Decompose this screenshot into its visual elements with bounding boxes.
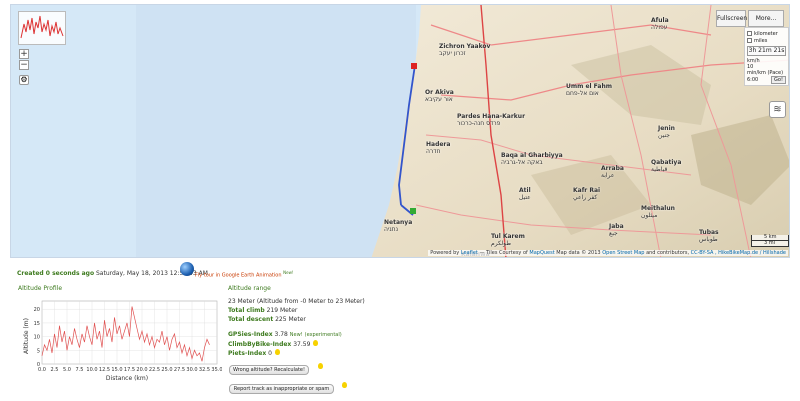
x-tick-label: 10.0 <box>86 367 97 373</box>
fullscreen-button[interactable]: Fullscreen <box>716 10 747 27</box>
altitude-info: 23 Meter (Altitude from -0 Meter to 23 M… <box>228 297 365 358</box>
x-tick-label: 5.0 <box>63 367 71 373</box>
miles-checkbox[interactable] <box>747 38 752 43</box>
town-label: Or Akiva אור עקיבא <box>425 89 454 103</box>
settings-icon[interactable]: ⚙ <box>19 75 29 85</box>
map-attribution: Powered by Leaflet — Tiles Courtesy of M… <box>428 250 788 256</box>
town-label: Netanya נתניה <box>384 219 413 233</box>
town-label: Afula עפולה <box>651 17 669 31</box>
speed-panel: kilometer miles 3h 21m 21s km/h 10 min/k… <box>744 27 789 86</box>
x-tick-label: 12.5 <box>99 367 110 373</box>
town-label: Hadera חדרה <box>426 141 451 155</box>
scale-mi: 3 mi <box>751 241 789 247</box>
y-tick-label: 5 <box>37 348 40 354</box>
kilometer-checkbox[interactable] <box>747 31 752 36</box>
x-tick-labels: 0.0 2.5 5.0 7.5 10.0 12.5 15.0 17.5 20.0 22.5 25.0… <box>38 367 223 373</box>
altitude-range-title: Altitude range <box>228 285 271 292</box>
go-button[interactable]: Go! <box>771 75 786 84</box>
miles-label: miles <box>754 37 768 44</box>
mini-altitude-line <box>20 15 64 39</box>
created-label: Created 0 seconds ago <box>17 270 95 277</box>
town-label: Arraba عرابة <box>601 165 624 179</box>
osm-link[interactable]: Open Street Map <box>602 250 644 256</box>
town-label: Jenin جنين <box>658 125 675 139</box>
total-descent: Total descent 225 Meter <box>228 316 306 323</box>
recalculate-altitude-button[interactable]: Wrong altitude? Recalculate! <box>229 365 309 375</box>
duration-display: 3h 21m 21s <box>747 46 786 56</box>
google-earth-icon[interactable] <box>180 262 194 276</box>
report-track-button[interactable]: Report track as inappropriate or spam <box>229 384 334 394</box>
piets-index: Piets-Index 0 <box>228 349 365 358</box>
y-tick-label: 0 <box>37 362 40 368</box>
x-tick-label: 32.5 <box>199 367 210 373</box>
x-tick-label: 35.0 <box>211 367 222 373</box>
town-label: Jaba جبع <box>609 223 624 237</box>
hikebikemap-link[interactable]: , HikeBikeMap.de / Hillshade <box>715 250 786 256</box>
town-label: Meithalun ميثلون <box>641 205 675 219</box>
map-view[interactable]: Zichron Yaakov זכרון יעקב Or Akiva אור עקי… <box>10 4 790 258</box>
lightbulb-icon[interactable] <box>274 349 280 355</box>
x-tick-label: 17.5 <box>124 367 135 373</box>
track-start-marker <box>410 208 416 214</box>
x-tick-label: 22.5 <box>149 367 160 373</box>
x-tick-label: 25.0 <box>161 367 172 373</box>
town-label: Zichron Yaakov זכרון יעקב <box>439 43 491 57</box>
altitude-chart: 0.0 2.5 5.0 7.5 10.0 12.5 15.0 17.5 20.0 22.5 25.0… <box>22 298 223 386</box>
layers-icon[interactable]: ≋ <box>769 101 786 118</box>
y-tick-label: 20 <box>34 307 40 313</box>
gpsies-index: GPSies-Index 3.78 New! (experimental) <box>228 331 342 338</box>
town-label: Tubas طوباس <box>699 229 719 243</box>
new-badge: New! <box>283 270 294 275</box>
lightbulb-icon[interactable] <box>318 363 323 369</box>
x-tick-label: 30.0 <box>186 367 197 373</box>
kilometer-label: kilometer <box>754 30 778 37</box>
x-tick-label: 7.5 <box>76 367 84 373</box>
leaflet-link[interactable]: Leaflet <box>461 250 478 256</box>
altitude-chart-svg: 0.0 2.5 5.0 7.5 10.0 12.5 15.0 17.5 20.0 22.5 25.0… <box>23 300 223 382</box>
created-info: Created 0 seconds ago Saturday, May 18, … <box>17 270 208 277</box>
town-label: Umm el Fahm אום אל-פחם <box>566 83 612 97</box>
license-link[interactable]: CC-BY-SA <box>691 250 714 256</box>
lightbulb-icon[interactable] <box>342 382 347 388</box>
town-label: Tul Karem طولكرم <box>491 233 525 247</box>
total-climb: Total climb 219 Meter <box>228 307 298 314</box>
y-tick-label: 15 <box>34 321 40 327</box>
town-label: Kafr Rai كفر راعي <box>573 187 601 201</box>
mapquest-link[interactable]: MapQuest <box>529 250 554 256</box>
more-button[interactable]: More... <box>748 10 784 27</box>
lightbulb-icon[interactable] <box>313 340 319 346</box>
x-tick-label: 2.5 <box>51 367 59 373</box>
scale-bar: 5 km 3 mi <box>751 235 789 247</box>
track-end-marker <box>411 63 417 69</box>
y-tick-labels: 0 5 10 15 20 <box>34 307 40 368</box>
pace-value[interactable]: 6:00 <box>747 77 758 83</box>
x-tick-label: 20.0 <box>136 367 147 373</box>
town-label: Baqa al Gharbiyya באקה אל-גרביה <box>501 152 563 166</box>
google-earth-link[interactable]: Fly tour in Google Earth Animation New! <box>195 270 293 279</box>
y-tick-label: 10 <box>34 335 40 341</box>
y-axis-label: Altitude (m) <box>23 318 30 354</box>
altitude-range-text: 23 Meter (Altitude from -0 Meter to 23 M… <box>228 298 365 305</box>
zoom-out-button[interactable]: − <box>19 60 29 70</box>
x-tick-label: 27.5 <box>174 367 185 373</box>
town-label: Qabatiya قباطية <box>651 159 682 173</box>
mini-altitude-chart[interactable] <box>18 11 66 45</box>
town-label: Pardes Hana-Karkur פרדס חנה-כרכור <box>457 113 526 127</box>
climbbybike-index: ClimbByBike-Index 37.59 <box>228 340 365 349</box>
town-label: Atil عتيل <box>519 187 531 201</box>
x-tick-label: 15.0 <box>111 367 122 373</box>
altitude-profile-title: Altitude Profile <box>18 285 63 292</box>
zoom-in-button[interactable]: + <box>19 49 29 59</box>
track-details: Created 0 seconds ago Saturday, May 18, … <box>17 262 787 401</box>
x-axis-label: Distance (km) <box>106 375 148 382</box>
